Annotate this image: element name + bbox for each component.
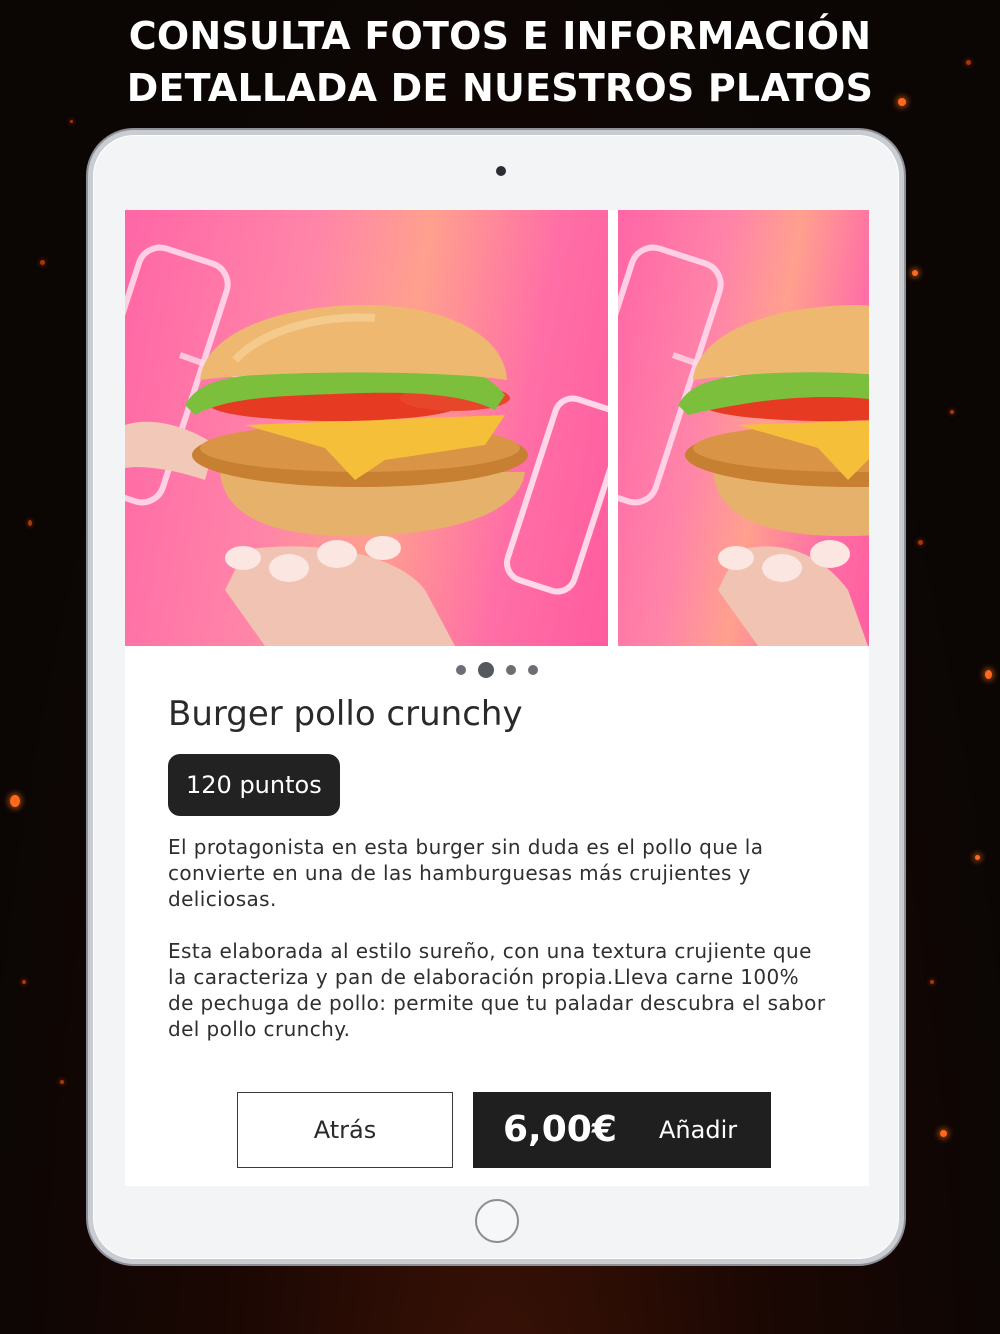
- add-to-cart-button[interactable]: 6,00€ Añadir: [473, 1092, 771, 1168]
- price-label: 6,00€: [503, 1109, 617, 1150]
- product-description: El protagonista en esta burger sin duda …: [168, 834, 828, 1042]
- promo-headline-line-2: DETALLADA DE NUESTROS PLATOS: [126, 66, 874, 110]
- promo-headline: CONSULTA FOTOS E INFORMACIÓN DETALLADA D…: [0, 10, 1000, 114]
- gallery-slide-current[interactable]: [125, 210, 608, 646]
- product-detail-screen: Burger pollo crunchy 120 puntos El prota…: [125, 210, 869, 1186]
- burger-photo-next: [618, 244, 869, 646]
- description-paragraph-1: El protagonista en esta burger sin duda …: [168, 835, 764, 911]
- gallery-slide-next[interactable]: [618, 210, 869, 646]
- page-dot-3[interactable]: [506, 665, 516, 675]
- page-dot-2-active[interactable]: [478, 662, 494, 678]
- points-badge: 120 puntos: [168, 754, 340, 816]
- description-paragraph-2: Esta elaborada al estilo sureño, con una…: [168, 939, 826, 1041]
- add-label: Añadir: [659, 1116, 738, 1144]
- page-dot-4[interactable]: [528, 665, 538, 675]
- page-dot-1[interactable]: [456, 665, 466, 675]
- tablet-frame: Burger pollo crunchy 120 puntos El prota…: [88, 130, 904, 1264]
- burger-photo: [125, 244, 608, 646]
- product-title: Burger pollo crunchy: [168, 694, 523, 734]
- camera-dot: [496, 166, 506, 176]
- back-button[interactable]: Atrás: [237, 1092, 453, 1168]
- promo-headline-line-1: CONSULTA FOTOS E INFORMACIÓN: [128, 14, 872, 58]
- home-button[interactable]: [475, 1199, 519, 1243]
- gallery-page-indicator[interactable]: [125, 662, 869, 678]
- photo-gallery[interactable]: [125, 210, 869, 646]
